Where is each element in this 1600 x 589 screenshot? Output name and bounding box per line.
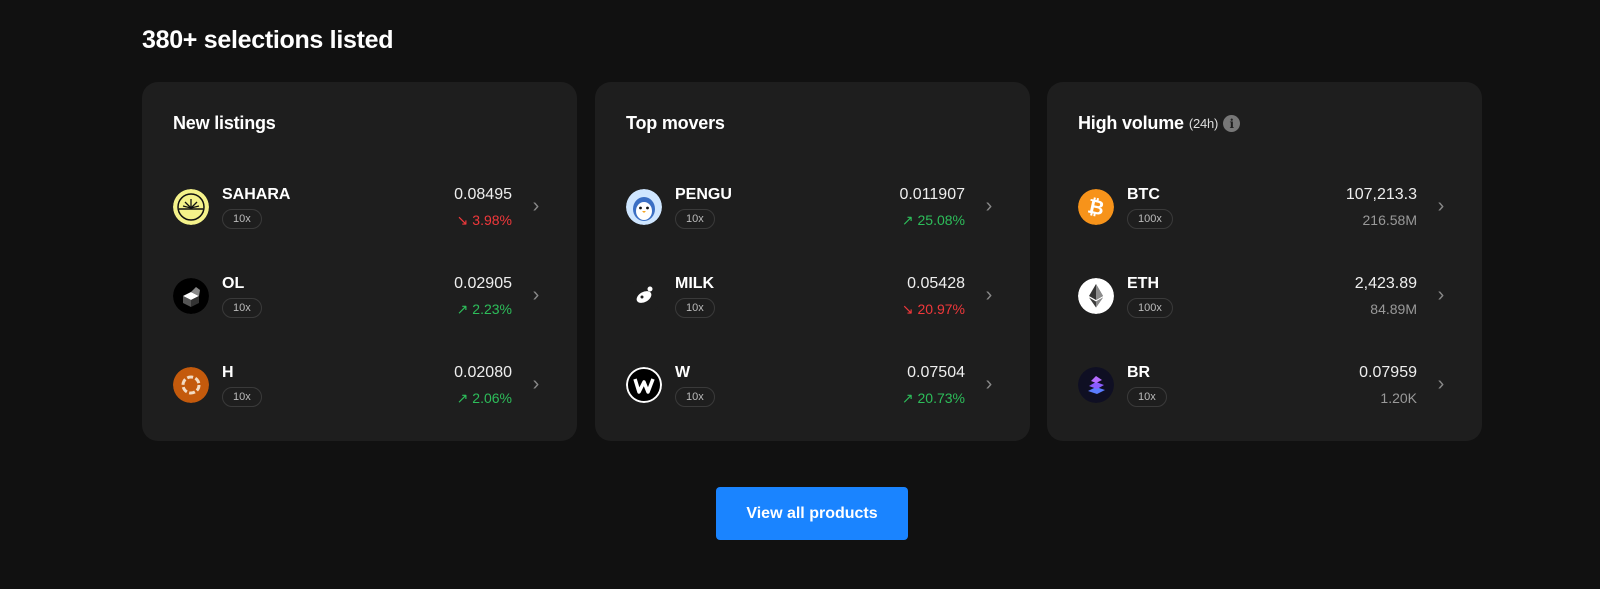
list-item-br[interactable]: BR 10x 0.07959 1.20K › [1078, 340, 1451, 429]
price-change: ↗ 2.23% [454, 301, 512, 318]
list-item-sahara[interactable]: SAHARA 10x 0.08495 ↘ 3.98% › [173, 162, 546, 251]
price-change: ↗ 20.73% [902, 390, 965, 407]
leverage-badge: 10x [222, 297, 262, 318]
arrow-up-icon: ↗ [901, 389, 914, 406]
volume: 216.58M [1362, 212, 1417, 228]
price: 0.02905 [454, 274, 512, 292]
section-title: 380+ selections listed [142, 26, 394, 54]
symbol: ETH [1127, 274, 1159, 292]
w-coin-icon [626, 366, 662, 403]
price: 107,213.3 [1345, 186, 1417, 203]
br-coin-icon [1078, 366, 1114, 403]
leverage-badge: 100x [1127, 208, 1173, 229]
symbol: PENGU [675, 185, 732, 203]
card-title-text: High volume [1078, 113, 1184, 133]
price: 0.02080 [454, 363, 512, 381]
price: 0.07504 [907, 363, 965, 381]
list-item-w[interactable]: W 10x 0.07504 ↗ 20.73% › [626, 340, 999, 429]
arrow-up-icon: ↗ [456, 389, 469, 406]
symbol: BR [1127, 363, 1151, 381]
chevron-right-icon[interactable]: › [979, 373, 999, 396]
card-top-movers: Top movers PENGU 10x 0.011907 ↗ 25.08% › … [595, 82, 1030, 441]
pengu-coin-icon [626, 188, 662, 225]
change-value: 2.23% [472, 300, 512, 317]
chevron-right-icon[interactable]: › [979, 195, 999, 218]
volume: 1.20K [1380, 390, 1417, 406]
change-value: 20.73% [917, 389, 965, 406]
view-all-products-button[interactable]: View all products [716, 487, 908, 540]
list-item-btc[interactable]: ₿ BTC 100x 107,213.3 216.58M › [1078, 162, 1451, 251]
change-value: 2.06% [472, 389, 512, 406]
chevron-right-icon[interactable]: › [526, 373, 546, 396]
list-item-h[interactable]: H 10x 0.02080 ↗ 2.06% › [173, 340, 546, 429]
chevron-right-icon[interactable]: › [1431, 284, 1451, 307]
price: 0.05428 [907, 274, 965, 292]
leverage-badge: 10x [675, 386, 715, 407]
change-value: 25.08% [917, 211, 965, 228]
symbol: SAHARA [222, 185, 291, 203]
card-subtitle: (24h) [1188, 116, 1219, 131]
card-title: New listings [173, 113, 546, 134]
volume: 84.89M [1370, 301, 1417, 317]
list-item-eth[interactable]: ETH 100x 2,423.89 84.89M › [1078, 251, 1451, 340]
change-value: 3.98% [472, 211, 512, 228]
leverage-badge: 100x [1127, 297, 1173, 318]
h-coin-icon [173, 366, 209, 403]
price: 0.08495 [454, 185, 512, 203]
card-title-text: Top movers [626, 113, 725, 133]
change-value: 20.97% [917, 300, 965, 317]
list-item-ol[interactable]: OL 10x 0.02905 ↗ 2.23% › [173, 251, 546, 340]
ol-coin-icon [173, 277, 209, 314]
symbol: H [222, 363, 234, 381]
eth-coin-icon [1078, 277, 1114, 314]
btc-coin-icon: ₿ [1078, 188, 1114, 225]
price: 2,423.89 [1354, 275, 1417, 292]
arrow-down-icon: ↘ [901, 300, 914, 317]
list-item-pengu[interactable]: PENGU 10x 0.011907 ↗ 25.08% › [626, 162, 999, 251]
chevron-right-icon[interactable]: › [979, 284, 999, 307]
chevron-right-icon[interactable]: › [1431, 195, 1451, 218]
leverage-badge: 10x [222, 208, 262, 229]
card-title: Top movers [626, 113, 999, 134]
card-high-volume: High volume (24h) i ₿ BTC 100x 107,213.3 21… [1047, 82, 1482, 441]
leverage-badge: 10x [675, 297, 715, 318]
arrow-up-icon: ↗ [456, 300, 469, 317]
info-icon[interactable]: i [1223, 115, 1241, 132]
price-change: ↗ 2.06% [454, 390, 512, 407]
price-change: ↗ 25.08% [899, 212, 965, 229]
symbol: W [675, 363, 691, 381]
symbol: BTC [1127, 185, 1160, 203]
milk-coin-icon [626, 277, 662, 314]
leverage-badge: 10x [675, 208, 715, 229]
leverage-badge: 10x [222, 386, 262, 407]
list-item-milk[interactable]: MILK 10x 0.05428 ↘ 20.97% › [626, 251, 999, 340]
price-change: ↘ 20.97% [902, 301, 965, 318]
sahara-coin-icon [173, 188, 209, 225]
leverage-badge: 10x [1127, 386, 1167, 407]
price: 0.011907 [899, 185, 965, 203]
card-new-listings: New listings SAHARA 10x 0.08495 ↘ 3.98% ›… [142, 82, 577, 441]
price-change: ↘ 3.98% [454, 212, 512, 229]
arrow-down-icon: ↘ [456, 211, 469, 228]
card-title: High volume (24h) i [1078, 113, 1451, 134]
symbol: OL [222, 274, 245, 292]
symbol: MILK [675, 274, 715, 292]
chevron-right-icon[interactable]: › [1431, 373, 1451, 396]
price: 0.07959 [1359, 364, 1417, 381]
card-title-text: New listings [173, 113, 276, 133]
chevron-right-icon[interactable]: › [526, 284, 546, 307]
chevron-right-icon[interactable]: › [526, 195, 546, 218]
arrow-up-icon: ↗ [901, 211, 914, 228]
